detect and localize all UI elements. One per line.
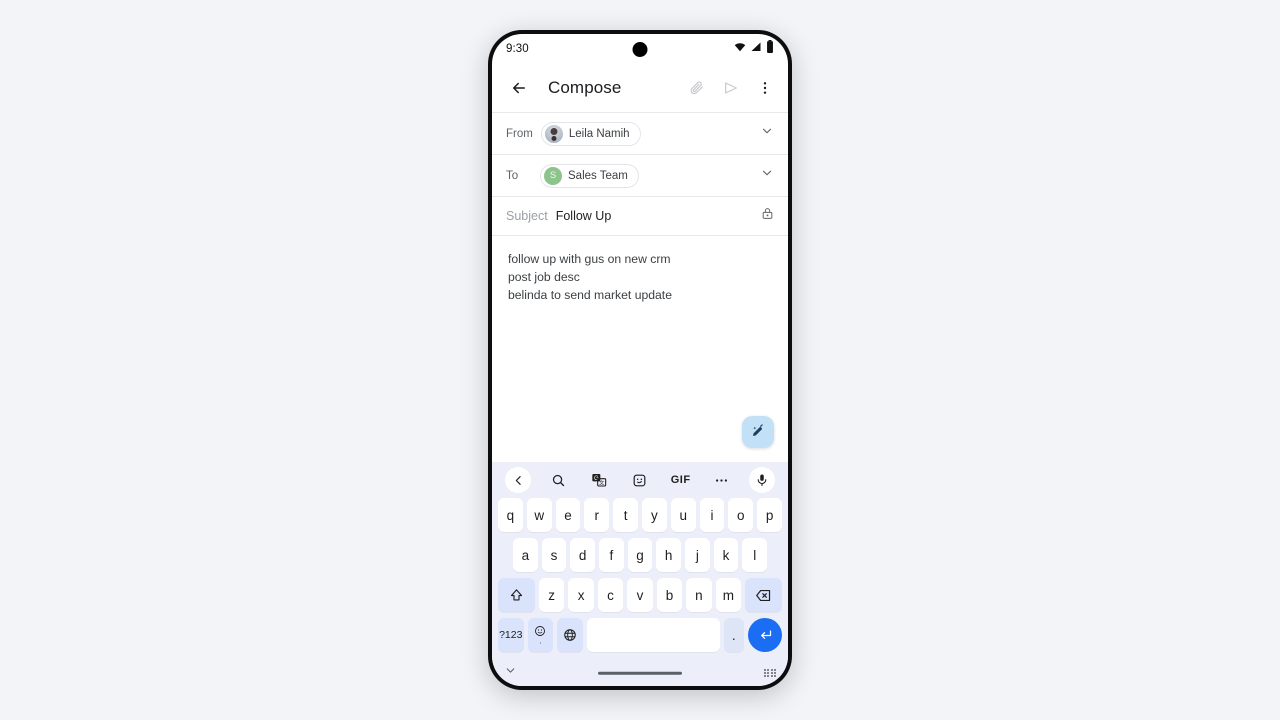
to-label: To <box>506 169 519 182</box>
magic-compose-button[interactable] <box>742 416 774 448</box>
subject-input[interactable]: Follow Up <box>556 209 612 223</box>
body-line: belinda to send market update <box>508 288 672 302</box>
from-label: From <box>506 127 533 140</box>
key-u[interactable]: u <box>670 498 696 532</box>
to-recipient-chip[interactable]: S Sales Team <box>540 163 639 188</box>
page-title: Compose <box>548 78 622 97</box>
enter-key[interactable] <box>748 618 783 652</box>
page-background: 9:30 Compose From Leila Namih To S Sales… <box>0 0 1280 720</box>
key-n[interactable]: n <box>686 578 712 612</box>
more-icon[interactable] <box>708 467 734 493</box>
virtual-keyboard: G文 GIF q w e r t y u i o p a s d f g h j… <box>492 462 788 660</box>
key-l[interactable]: l <box>742 538 768 572</box>
keyboard-toolbar: G文 GIF <box>495 462 785 498</box>
enter-icon <box>748 618 783 652</box>
battery-icon <box>766 40 774 58</box>
to-field-row[interactable]: To S Sales Team <box>492 154 788 196</box>
key-z[interactable]: z <box>538 578 565 612</box>
key-d[interactable]: d <box>570 538 595 572</box>
gif-icon[interactable]: GIF <box>668 467 694 493</box>
lock-icon[interactable] <box>761 207 774 225</box>
from-recipient-chip[interactable]: Leila Namih <box>540 121 641 146</box>
navigation-bar <box>492 660 788 686</box>
keyboard-row-3: z x c v b n m <box>495 578 785 612</box>
key-t[interactable]: t <box>613 498 638 532</box>
key-p[interactable]: p <box>757 498 782 532</box>
status-icons <box>734 40 774 58</box>
key-b[interactable]: b <box>656 578 683 612</box>
to-recipient-name: Sales Team <box>568 169 628 182</box>
backspace-icon[interactable] <box>745 578 782 612</box>
keyboard-row-1: q w e r t y u i o p <box>495 498 785 532</box>
key-h[interactable]: h <box>656 538 682 572</box>
wifi-icon <box>734 40 746 58</box>
key-v[interactable]: v <box>627 578 653 612</box>
app-bar-actions <box>682 73 780 103</box>
gesture-bar[interactable] <box>598 671 682 675</box>
body-line: post job desc <box>508 270 580 284</box>
microphone-icon[interactable] <box>748 467 775 493</box>
drag-handle-icon[interactable] <box>763 668 776 678</box>
chevron-down-icon[interactable] <box>760 124 774 143</box>
symbols-key[interactable]: ?123 <box>498 618 524 652</box>
phone-frame: 9:30 Compose From Leila Namih To S Sales… <box>488 30 792 690</box>
avatar: S <box>544 166 562 185</box>
front-camera-punch-hole <box>632 42 648 57</box>
more-options-icon[interactable] <box>750 73 780 103</box>
body-line: follow up with gus on new crm <box>508 252 671 266</box>
arrow-back-icon[interactable] <box>504 73 534 103</box>
key-y[interactable]: y <box>642 498 667 532</box>
phone-screen: 9:30 Compose From Leila Namih To S Sales… <box>492 34 788 686</box>
key-m[interactable]: m <box>715 578 742 612</box>
search-icon[interactable] <box>546 467 572 493</box>
globe-icon[interactable] <box>557 618 583 652</box>
key-s[interactable]: s <box>541 538 567 572</box>
space-key[interactable] <box>586 618 720 652</box>
message-body[interactable]: follow up with gus on new crm post job d… <box>492 236 788 462</box>
avatar <box>544 124 563 143</box>
key-g[interactable]: g <box>627 538 653 572</box>
key-x[interactable]: x <box>568 578 594 612</box>
translate-icon[interactable]: G文 <box>586 467 612 493</box>
key-j[interactable]: j <box>685 538 710 572</box>
chevron-down-icon[interactable] <box>504 664 517 682</box>
key-e[interactable]: e <box>555 498 581 532</box>
key-i[interactable]: i <box>699 498 725 532</box>
status-bar: 9:30 <box>492 34 788 64</box>
signal-icon <box>750 40 762 58</box>
keyboard-row-4: ?123 , . <box>495 618 785 652</box>
app-bar: Compose <box>492 64 788 112</box>
send-icon[interactable] <box>716 73 746 103</box>
subject-field-row[interactable]: Subject Follow Up <box>492 196 788 236</box>
key-k[interactable]: k <box>713 538 739 572</box>
key-o[interactable]: o <box>728 498 754 532</box>
key-w[interactable]: w <box>526 498 552 532</box>
toolbar-back-icon[interactable] <box>505 467 531 493</box>
emoji-key-sublabel: , <box>539 638 542 645</box>
key-q[interactable]: q <box>498 498 523 532</box>
magic-pen-icon <box>750 423 766 442</box>
period-key[interactable]: . <box>723 618 745 652</box>
chevron-down-icon[interactable] <box>760 166 774 185</box>
status-time: 9:30 <box>506 43 529 55</box>
emoji-icon[interactable]: , <box>527 618 554 652</box>
key-r[interactable]: r <box>584 498 610 532</box>
shift-icon[interactable] <box>498 578 535 612</box>
from-recipient-name: Leila Namih <box>568 127 630 140</box>
attach-icon[interactable] <box>682 73 712 103</box>
key-c[interactable]: c <box>597 578 624 612</box>
from-field-row[interactable]: From Leila Namih <box>492 112 788 154</box>
subject-label: Subject <box>506 209 548 223</box>
key-a[interactable]: a <box>512 538 538 572</box>
sticker-icon[interactable] <box>627 467 653 493</box>
key-f[interactable]: f <box>599 538 624 572</box>
keyboard-row-2: a s d f g h j k l <box>495 538 785 572</box>
